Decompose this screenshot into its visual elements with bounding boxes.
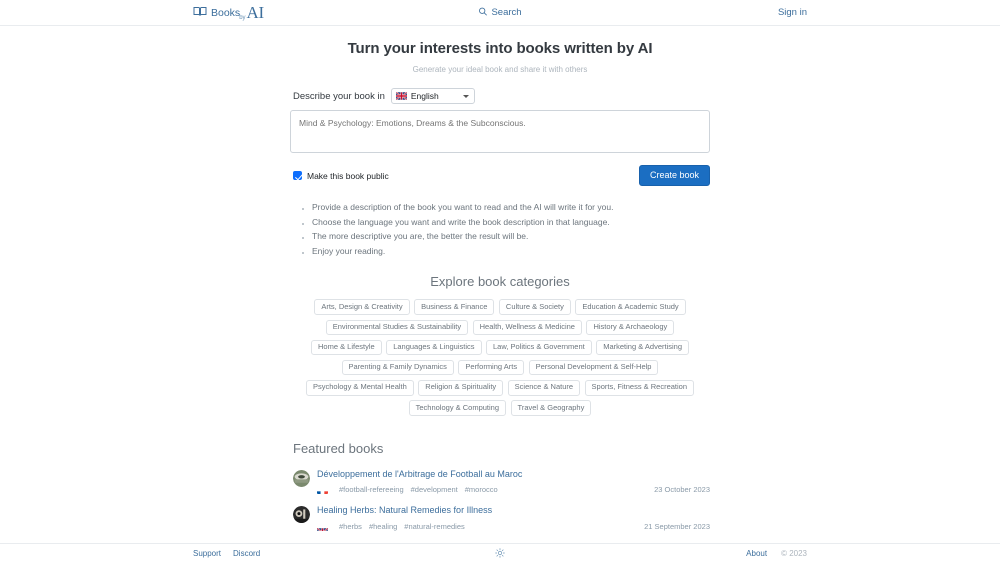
- book-description-input[interactable]: [290, 110, 710, 153]
- category-chip-list: Arts, Design & Creativity Business & Fin…: [290, 299, 710, 416]
- search-link[interactable]: Search: [478, 7, 522, 19]
- about-link[interactable]: About: [746, 549, 767, 558]
- create-book-button[interactable]: Create book: [638, 165, 710, 186]
- sign-in-link[interactable]: Sign in: [778, 7, 807, 18]
- page-title: Turn your interests into books written b…: [347, 40, 653, 57]
- logo-by-text: by: [239, 15, 246, 21]
- category-chip[interactable]: Culture & Society: [498, 299, 571, 316]
- page-subtitle: Generate your ideal book and share it wi…: [412, 65, 588, 74]
- copyright-text: © 2023: [781, 549, 807, 558]
- book-title-link[interactable]: Développement de l'Arbitrage de Football…: [317, 469, 710, 480]
- flag-uk-icon: [395, 92, 407, 100]
- book-tag[interactable]: #healing: [369, 522, 397, 531]
- site-footer: Support Discord About © 2023: [0, 543, 1000, 563]
- search-icon: [478, 7, 487, 19]
- featured-books-title: Featured books: [293, 440, 384, 456]
- language-value: English: [410, 91, 439, 101]
- book-title-link[interactable]: Healing Herbs: Natural Remedies for Illn…: [317, 505, 710, 516]
- open-book-icon: [193, 4, 207, 22]
- book-tag[interactable]: #herbs: [339, 522, 362, 531]
- sun-icon: [495, 545, 505, 563]
- category-chip[interactable]: Science & Nature: [507, 379, 581, 396]
- language-row: Describe your book in English: [290, 88, 710, 104]
- book-tag[interactable]: #development: [411, 485, 458, 494]
- discord-link[interactable]: Discord: [233, 549, 260, 558]
- book-cover-thumbnail[interactable]: [293, 469, 310, 487]
- list-item: Développement de l'Arbitrage de Football…: [290, 469, 710, 495]
- category-chip[interactable]: Religion & Spirituality: [418, 379, 504, 396]
- list-item: Enjoy your reading.: [312, 244, 710, 259]
- logo-ai-text: AI: [246, 3, 265, 22]
- book-date: 21 September 2023: [644, 522, 710, 532]
- form-controls: Make this book public Create book: [290, 165, 710, 186]
- category-chip[interactable]: Languages & Linguistics: [386, 339, 482, 356]
- book-tag[interactable]: #morocco: [465, 485, 498, 494]
- make-public-checkbox[interactable]: [293, 171, 302, 180]
- category-chip[interactable]: Arts, Design & Creativity: [314, 299, 410, 316]
- book-cover-thumbnail[interactable]: [293, 506, 310, 524]
- list-item: Healing Herbs: Natural Remedies for Illn…: [290, 505, 710, 531]
- flag-uk-icon: [317, 523, 328, 531]
- category-chip[interactable]: Law, Politics & Government: [486, 339, 592, 356]
- category-chip[interactable]: Education & Academic Study: [575, 299, 686, 316]
- book-tag[interactable]: #natural-remedies: [404, 522, 464, 531]
- main-content: Turn your interests into books written b…: [0, 26, 1000, 543]
- language-label: Describe your book in: [293, 90, 385, 102]
- categories-title: Explore book categories: [430, 274, 570, 290]
- site-header: Books by AI Search Sign in: [0, 0, 1000, 26]
- footer-right-links: About © 2023: [746, 549, 807, 558]
- category-chip[interactable]: Home & Lifestyle: [310, 339, 382, 356]
- book-date: 23 October 2023: [654, 485, 710, 495]
- list-item: Choose the language you want and write t…: [312, 215, 710, 230]
- category-chip[interactable]: Travel & Geography: [510, 400, 592, 416]
- category-chip[interactable]: Marketing & Advertising: [596, 339, 690, 356]
- category-chip[interactable]: Business & Finance: [414, 299, 495, 316]
- category-chip[interactable]: Technology & Computing: [408, 400, 507, 416]
- logo-books-text: Books: [211, 6, 241, 19]
- category-chip[interactable]: Sports, Fitness & Recreation: [584, 379, 695, 396]
- instructions-list: Provide a description of the book you wa…: [290, 200, 710, 258]
- book-tag-list: #herbs #healing #natural-remedies: [339, 522, 465, 531]
- category-chip[interactable]: Personal Development & Self-Help: [528, 359, 659, 376]
- book-tag[interactable]: #football-refereeing: [339, 485, 404, 494]
- make-public-label: Make this book public: [307, 170, 389, 181]
- support-link[interactable]: Support: [193, 549, 221, 558]
- book-tag-list: #football-refereeing #development #moroc…: [339, 485, 498, 494]
- make-public-checkbox-wrap[interactable]: Make this book public: [290, 171, 389, 181]
- chevron-down-icon: [462, 94, 469, 98]
- theme-toggle-button[interactable]: [495, 545, 505, 563]
- flag-fr-icon: [317, 486, 328, 494]
- language-select[interactable]: English: [390, 88, 475, 104]
- category-chip[interactable]: History & Archaeology: [586, 319, 675, 336]
- category-chip[interactable]: Health, Wellness & Medicine: [472, 319, 582, 336]
- category-chip[interactable]: Performing Arts: [458, 359, 525, 376]
- category-chip[interactable]: Psychology & Mental Health: [305, 379, 414, 396]
- list-item: The more descriptive you are, the better…: [312, 229, 710, 244]
- category-chip[interactable]: Environmental Studies & Sustainability: [325, 319, 469, 336]
- featured-books-list: Développement de l'Arbitrage de Football…: [290, 469, 710, 543]
- site-logo[interactable]: Books by AI: [193, 4, 264, 22]
- list-item: Provide a description of the book you wa…: [312, 200, 710, 215]
- footer-left-links: Support Discord: [193, 549, 260, 558]
- search-label: Search: [491, 7, 522, 18]
- category-chip[interactable]: Parenting & Family Dynamics: [341, 359, 454, 376]
